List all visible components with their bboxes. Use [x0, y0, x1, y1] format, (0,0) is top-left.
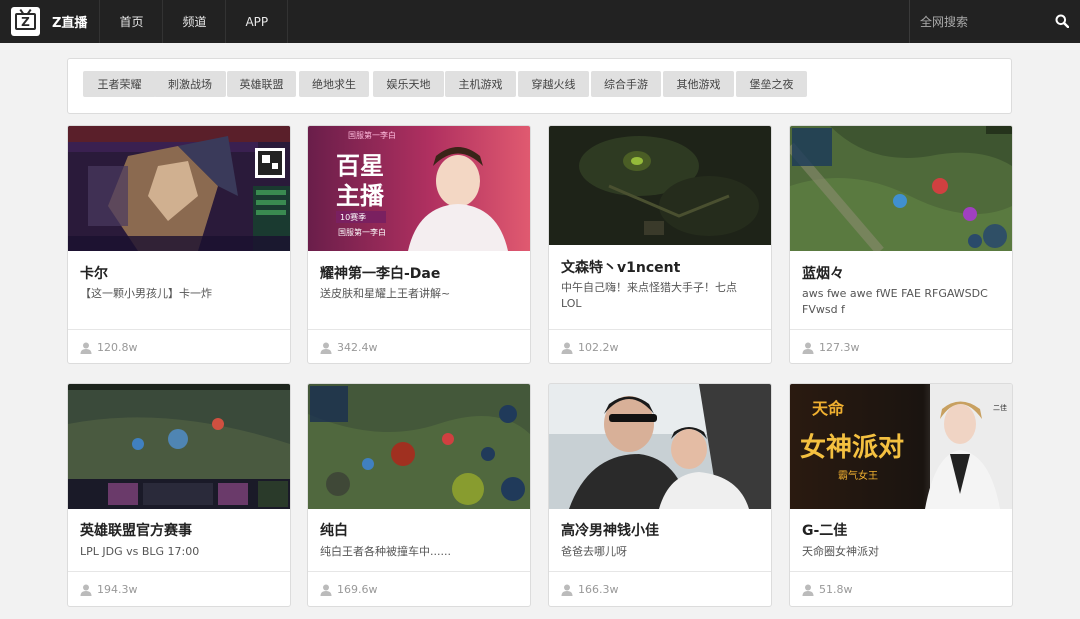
viewer-count: 166.3w: [561, 583, 619, 596]
category-pubg-mobile[interactable]: 刺激战场: [154, 71, 226, 97]
stream-title: 卡尔: [80, 266, 108, 282]
stream-card[interactable]: 英雄联盟官方赛事 LPL JDG vs BLG 17:00 194.3w: [67, 383, 291, 607]
user-icon: [80, 584, 92, 596]
viewer-count: 127.3w: [802, 341, 860, 354]
svg-text:10赛季: 10赛季: [340, 212, 366, 222]
stream-thumbnail: [790, 126, 1012, 251]
stream-description: LPL JDG vs BLG 17:00: [80, 545, 200, 558]
stream-title: 耀神第一李白-Dae: [320, 266, 441, 282]
category-console-games[interactable]: 主机游戏: [445, 71, 516, 97]
nav-item-home[interactable]: 首页: [100, 0, 164, 43]
category-entertainment[interactable]: 娱乐天地: [373, 71, 444, 97]
svg-text:百星: 百星: [336, 152, 384, 180]
category-crossfire[interactable]: 穿越火线: [518, 71, 589, 97]
stream-title: 纯白: [320, 523, 348, 539]
viewer-count: 194.3w: [80, 583, 138, 596]
viewer-count: 120.8w: [80, 341, 138, 354]
stream-thumbnail: [549, 384, 771, 509]
category-league-of-legends[interactable]: 英雄联盟: [227, 71, 296, 97]
brand[interactable]: Z Z直播: [0, 0, 101, 43]
svg-text:二佳: 二佳: [993, 403, 1007, 412]
tv-logo-icon: Z: [11, 7, 40, 36]
stream-thumbnail: [549, 126, 771, 245]
svg-text:主播: 主播: [336, 182, 385, 210]
stream-description: 送皮肤和星耀上王者讲解~: [320, 287, 451, 300]
stream-card[interactable]: 国服第一李白 百星 主播 10赛季 国服第一李白 耀神第一李白-Dae 送皮肤和…: [307, 125, 531, 364]
search-input[interactable]: [920, 9, 1050, 34]
viewer-count: 102.2w: [561, 341, 619, 354]
stream-thumbnail: [68, 384, 290, 509]
stream-thumbnail: [68, 126, 290, 251]
category-other-games[interactable]: 其他游戏: [663, 71, 734, 97]
category-honor-of-kings[interactable]: 王者荣耀: [83, 71, 156, 97]
category-fortnite[interactable]: 堡垒之夜: [736, 71, 807, 97]
svg-text:天命: 天命: [812, 399, 845, 418]
stream-card[interactable]: 卡尔 【这一颗小男孩儿】卡一炸 120.8w: [67, 125, 291, 364]
user-icon: [561, 342, 573, 354]
stream-title: 文森特丶v1ncent: [561, 260, 681, 276]
user-icon: [802, 584, 814, 596]
stream-description: 天命圈女神派对: [802, 545, 879, 558]
user-icon: [320, 584, 332, 596]
stream-description: 中午自己嗨！来点怪猎大手子！七点LOL: [561, 281, 737, 310]
svg-text:女神派对: 女神派对: [800, 432, 904, 463]
stream-card[interactable]: 蓝烟々 aws fwe awe fWE FAE RFGAWSDC FVwsd f…: [789, 125, 1013, 364]
user-icon: [80, 342, 92, 354]
stream-thumbnail: 天命 女神派对 霸气女王 二佳: [790, 384, 1012, 509]
viewer-count: 51.8w: [802, 583, 853, 596]
viewer-count: 342.4w: [320, 341, 378, 354]
search-icon[interactable]: [1055, 14, 1069, 28]
search-box: [909, 0, 1080, 43]
category-mobile-games[interactable]: 综合手游: [591, 71, 661, 97]
stream-title: 高冷男神钱小佳: [561, 523, 659, 539]
svg-text:国服第一李白: 国服第一李白: [338, 227, 386, 237]
stream-card[interactable]: 天命 女神派对 霸气女王 二佳 G-二佳 天命圈女神派对 51.8w: [789, 383, 1013, 607]
user-icon: [802, 342, 814, 354]
stream-card[interactable]: 纯白 纯白王者各种被撞车中...... 169.6w: [307, 383, 531, 607]
stream-description: 纯白王者各种被撞车中......: [320, 545, 451, 558]
svg-text:霸气女王: 霸气女王: [838, 469, 878, 482]
stream-title: 英雄联盟官方赛事: [80, 523, 192, 539]
stream-thumbnail: [308, 384, 530, 509]
stream-description: 爸爸去哪儿呀: [561, 545, 627, 558]
nav-item-channels[interactable]: 频道: [163, 0, 227, 43]
user-icon: [561, 584, 573, 596]
svg-text:国服第一李白: 国服第一李白: [348, 130, 396, 140]
viewer-count: 169.6w: [320, 583, 378, 596]
stream-card[interactable]: 高冷男神钱小佳 爸爸去哪儿呀 166.3w: [548, 383, 772, 607]
stream-thumbnail: 国服第一李白 百星 主播 10赛季 国服第一李白: [308, 126, 530, 251]
nav-item-app[interactable]: APP: [226, 0, 289, 43]
user-icon: [320, 342, 332, 354]
stream-description: 【这一颗小男孩儿】卡一炸: [80, 287, 212, 300]
stream-card[interactable]: 文森特丶v1ncent 中午自己嗨！来点怪猎大手子！七点LOL 102.2w: [548, 125, 772, 364]
category-pubg[interactable]: 绝地求生: [299, 71, 369, 97]
stream-title: 蓝烟々: [802, 266, 844, 282]
category-panel: 王者荣耀 刺激战场 英雄联盟 绝地求生 娱乐天地 主机游戏 穿越火线 综合手游 …: [67, 58, 1012, 114]
top-navbar: Z Z直播 首页 频道 APP: [0, 0, 1080, 43]
stream-title: G-二佳: [802, 523, 848, 539]
brand-name: Z直播: [52, 16, 88, 31]
stream-description: aws fwe awe fWE FAE RFGAWSDC FVwsd f: [802, 287, 988, 316]
